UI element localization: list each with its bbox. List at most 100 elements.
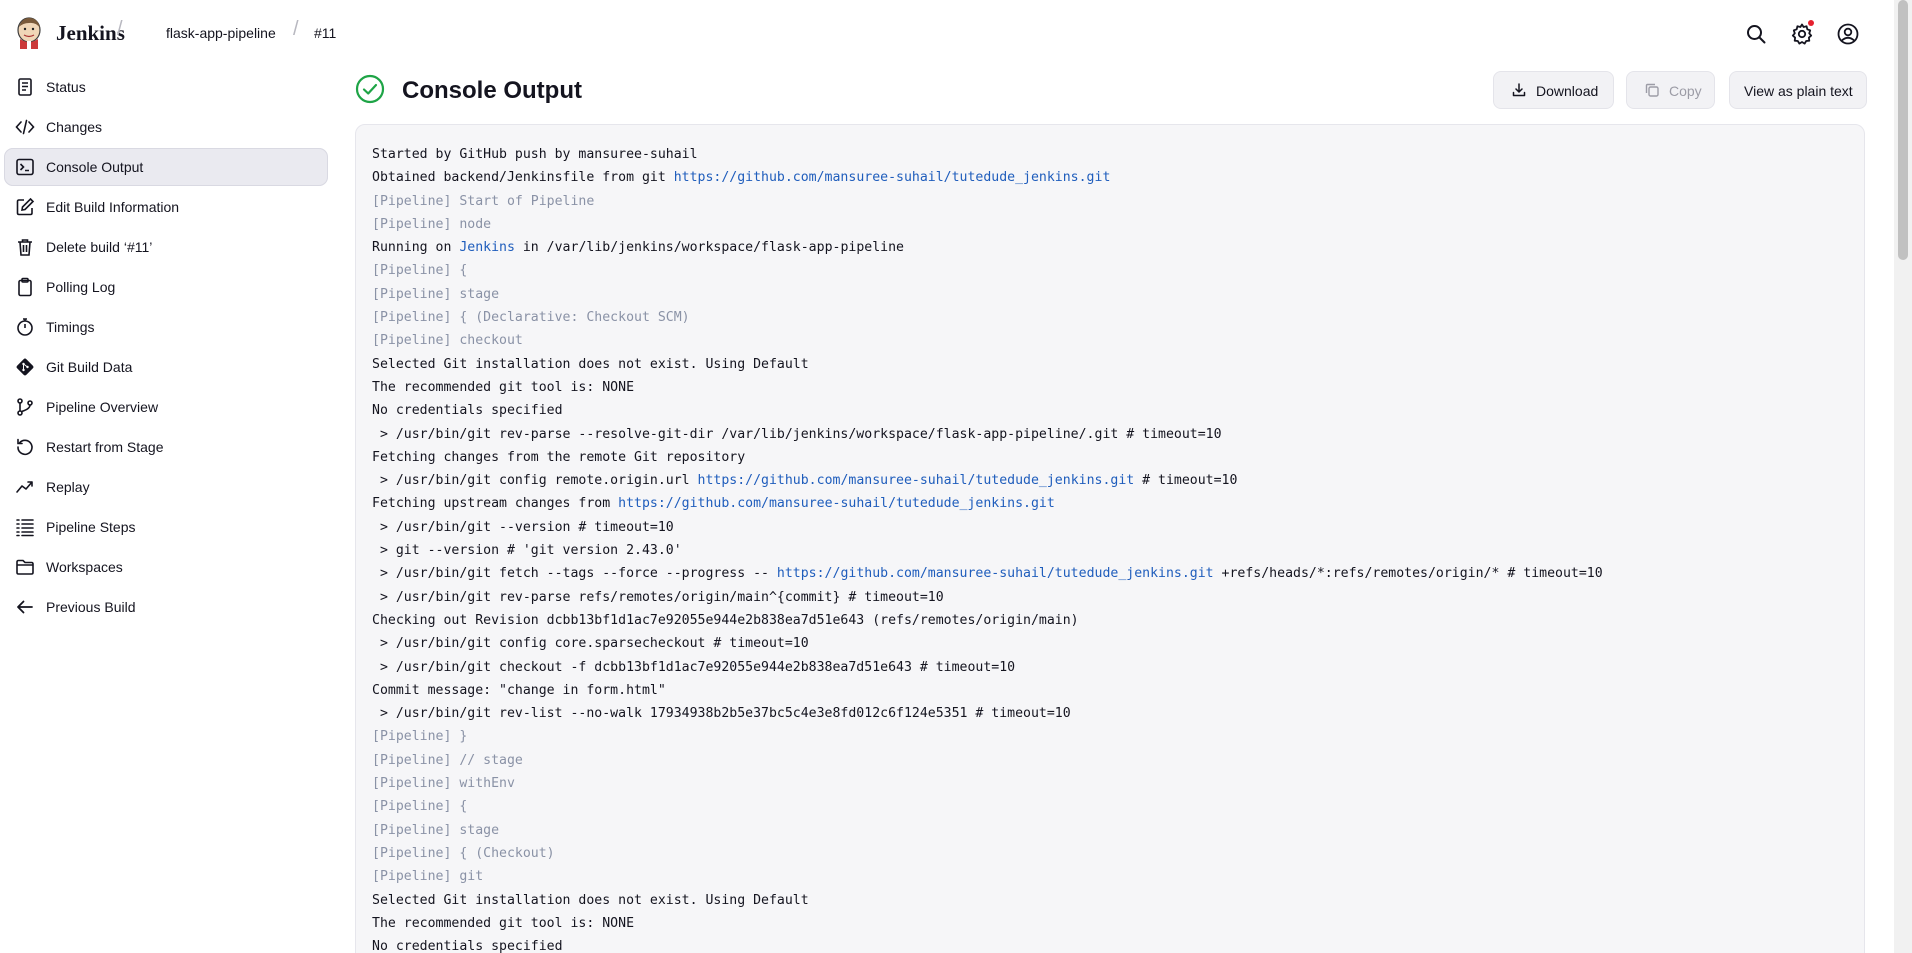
sidebar-item-status[interactable]: Status <box>4 68 328 106</box>
console-link[interactable]: Jenkins <box>459 240 515 255</box>
sidebar-item-delete-build[interactable]: Delete build ‘#11’ <box>4 228 328 266</box>
console-line-text: Fetching upstream changes from <box>372 496 619 512</box>
sidebar-item-git-build-data[interactable]: Git Build Data <box>4 348 328 386</box>
console-line-text: > /usr/bin/git checkout -f dcbb13bf1d1ac… <box>372 659 1016 675</box>
console-output-panel: Started by GitHub push by mansuree-suhai… <box>355 124 1865 953</box>
sidebar-item-changes[interactable]: Changes <box>4 108 328 146</box>
sidebar-item-edit-build-information[interactable]: Edit Build Information <box>4 188 328 226</box>
sidebar-item-restart-from-stage[interactable]: Restart from Stage <box>4 428 328 466</box>
breadcrumb-build[interactable]: #11 <box>314 25 336 41</box>
console-line-text: The recommended git tool is: NONE <box>372 379 635 395</box>
sidebar-item-label: Polling Log <box>46 279 116 295</box>
sidebar-item-previous-build[interactable]: Previous Build <box>4 588 328 626</box>
console-line: [Pipeline] stage <box>372 283 1603 306</box>
copy-label: Copy <box>1669 83 1702 99</box>
brand-name[interactable]: Jenkins <box>56 21 125 46</box>
sidebar-item-label: Edit Build Information <box>46 199 180 215</box>
console-line: No credentials specified <box>372 935 1603 953</box>
console-line-text: > /usr/bin/git --version # timeout=10 <box>372 519 674 535</box>
console-line: [Pipeline] checkout <box>372 329 1603 352</box>
view-plain-text-button[interactable]: View as plain text <box>1729 71 1867 109</box>
console-line-text: Started by GitHub push by mansuree-suhai… <box>372 147 698 162</box>
console-line: Fetching changes from the remote Git rep… <box>372 446 1603 469</box>
console-line-text: in /var/lib/jenkins/workspace/flask-app-… <box>514 240 904 256</box>
console-link[interactable]: https://github.com/mansuree-suhail/tuted… <box>777 566 1214 581</box>
console-line: > /usr/bin/git rev-list --no-walk 179349… <box>372 702 1603 725</box>
user-account-icon[interactable] <box>1836 22 1860 46</box>
terminal-icon <box>16 158 34 176</box>
sidebar-item-polling-log[interactable]: Polling Log <box>4 268 328 306</box>
console-line-text: > git --version # 'git version 2.43.0' <box>372 543 682 559</box>
console-line-text: [Pipeline] stage <box>372 822 500 838</box>
console-line: [Pipeline] withEnv <box>372 772 1603 795</box>
sidebar-item-label: Timings <box>46 319 95 335</box>
sidebar-item-label: Pipeline Overview <box>46 399 159 415</box>
jenkins-logo-icon[interactable] <box>14 17 44 49</box>
breadcrumb-separator: / <box>117 18 123 40</box>
branch-icon <box>17 398 33 416</box>
console-link[interactable]: https://github.com/mansuree-suhail/tuted… <box>618 496 1055 511</box>
sidebar-item-console-output[interactable]: Console Output <box>4 148 328 186</box>
console-line-text: > /usr/bin/git rev-parse refs/remotes/or… <box>372 589 944 605</box>
console-line: > /usr/bin/git rev-parse --resolve-git-d… <box>372 423 1603 446</box>
console-line: [Pipeline] { <box>372 795 1603 818</box>
restart-icon <box>17 438 33 456</box>
console-line-text: [Pipeline] stage <box>372 286 500 302</box>
download-label: Download <box>1536 83 1599 99</box>
code-icon <box>15 119 35 135</box>
console-line-text: Running on <box>372 240 460 256</box>
arrow-left-icon <box>17 600 33 614</box>
sidebar-item-replay[interactable]: Replay <box>4 468 328 506</box>
console-line-text: Selected Git installation does not exist… <box>372 356 809 372</box>
console-line: > /usr/bin/git config core.sparsecheckou… <box>372 632 1603 655</box>
console-line: Selected Git installation does not exist… <box>372 889 1603 912</box>
sidebar-item-label: Console Output <box>46 159 144 175</box>
sidebar-item-pipeline-steps[interactable]: Pipeline Steps <box>4 508 328 546</box>
console-line-text: > /usr/bin/git config core.sparsecheckou… <box>372 636 809 652</box>
copy-button[interactable]: Copy <box>1626 71 1715 109</box>
edit-icon <box>16 197 35 216</box>
sidebar-item-timings[interactable]: Timings <box>4 308 328 346</box>
console-line-text: > /usr/bin/git config remote.origin.url <box>372 473 698 489</box>
view-plain-text-label: View as plain text <box>1744 83 1853 99</box>
console-link[interactable]: https://github.com/mansuree-suhail/tuted… <box>698 473 1135 488</box>
console-link[interactable]: https://github.com/mansuree-suhail/tuted… <box>674 170 1111 185</box>
document-icon <box>18 78 32 96</box>
stopwatch-icon <box>17 318 33 336</box>
console-line-text: Commit message: "change in form.html" <box>372 682 666 698</box>
console-line: Selected Git installation does not exist… <box>372 353 1603 376</box>
sidebar-item-workspaces[interactable]: Workspaces <box>4 548 328 586</box>
console-line-text: [Pipeline] { <box>372 799 468 815</box>
download-icon <box>1512 83 1526 97</box>
console-line: [Pipeline] { <box>372 259 1603 282</box>
sidebar-item-label: Replay <box>46 479 90 495</box>
console-log: Started by GitHub push by mansuree-suhai… <box>372 143 1603 953</box>
console-line: > git --version # 'git version 2.43.0' <box>372 539 1603 562</box>
folder-icon <box>16 559 34 575</box>
console-line-text: [Pipeline] Start of Pipeline <box>372 193 595 209</box>
console-line: [Pipeline] Start of Pipeline <box>372 190 1603 213</box>
download-button[interactable]: Download <box>1493 71 1614 109</box>
console-line-text: [Pipeline] // stage <box>372 752 523 768</box>
console-line-text: [Pipeline] withEnv <box>372 776 515 792</box>
sidebar-item-label: Workspaces <box>46 559 123 575</box>
git-icon <box>16 358 34 376</box>
console-line-text: [Pipeline] { (Checkout) <box>372 845 555 861</box>
console-line: [Pipeline] // stage <box>372 749 1603 772</box>
sidebar-item-label: Git Build Data <box>46 359 133 375</box>
clipboard-icon <box>18 277 32 297</box>
console-line-text: The recommended git tool is: NONE <box>372 915 635 931</box>
sidebar-item-pipeline-overview[interactable]: Pipeline Overview <box>4 388 328 426</box>
console-line-text: [Pipeline] { <box>372 263 468 279</box>
console-line: > /usr/bin/git fetch --tags --force --pr… <box>372 562 1603 585</box>
console-line: No credentials specified <box>372 399 1603 422</box>
page-scrollbar[interactable] <box>1894 0 1912 953</box>
scrollbar-thumb[interactable] <box>1898 0 1908 260</box>
console-line-text: Selected Git installation does not exist… <box>372 892 809 908</box>
breadcrumb-job[interactable]: flask-app-pipeline <box>166 25 276 41</box>
console-line-text: [Pipeline] git <box>372 869 484 885</box>
console-line: [Pipeline] git <box>372 865 1603 888</box>
console-line-text: > /usr/bin/git rev-list --no-walk 179349… <box>372 706 1071 722</box>
sidebar-item-label: Pipeline Steps <box>46 519 136 535</box>
search-icon[interactable] <box>1744 22 1768 46</box>
